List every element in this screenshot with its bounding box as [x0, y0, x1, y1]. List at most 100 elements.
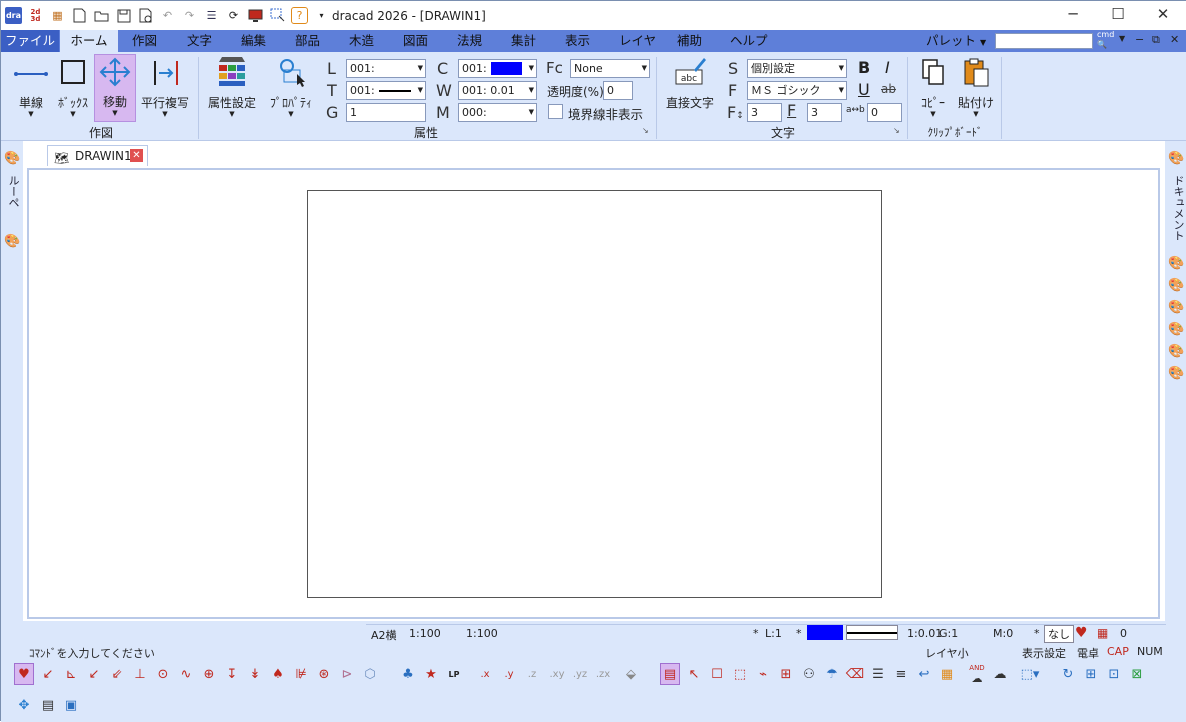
paper-size-status[interactable]: A2横 [371, 627, 397, 643]
snap-nearest-icon[interactable]: ⇙ [107, 663, 127, 685]
select-all-icon[interactable]: ▤ [660, 663, 680, 685]
fill-color-select[interactable]: None ▼ [570, 59, 650, 78]
single-line-button[interactable]: 単線 ▼ [12, 56, 50, 120]
select-and-icon[interactable]: AND ☁ [967, 663, 987, 685]
cmd-search-icon[interactable]: cmd 🔍 [1097, 30, 1114, 50]
heart-icon[interactable]: ♥ [1075, 625, 1088, 641]
palette-pin-icon[interactable]: 🎨 [1168, 151, 1184, 166]
app-logo-icon[interactable]: dra [5, 7, 22, 24]
zoom-select-icon[interactable]: ⊠ [1127, 663, 1147, 685]
select-window-icon[interactable] [269, 7, 286, 24]
filter-none-status[interactable]: なし [1044, 625, 1074, 643]
parallel-copy-button[interactable]: 平行複写 ▼ [138, 56, 192, 120]
tab-aux[interactable]: 補助 [677, 30, 702, 52]
pan-icon[interactable]: ✥ [14, 694, 34, 716]
font-width-input[interactable]: 3 [807, 103, 842, 122]
close-button[interactable]: ✕ [1148, 5, 1178, 23]
refresh-icon[interactable]: ⟳ [225, 7, 242, 24]
snap-perpendicular-icon[interactable]: ⊥ [130, 663, 150, 685]
paste-button[interactable]: 貼付け ▼ [955, 56, 997, 120]
mdi-close-icon[interactable]: ✕ [1170, 33, 1179, 46]
coord-zx-button[interactable]: .zx [591, 663, 615, 685]
color-select[interactable]: 001: ▼ [458, 59, 537, 78]
panel-icon-1[interactable]: 🎨 [1168, 256, 1184, 271]
italic-button[interactable]: I [885, 58, 890, 77]
width-select[interactable]: 001: 0.01 ▼ [458, 81, 537, 100]
box-button[interactable]: ﾎﾞｯｸｽ ▼ [53, 56, 93, 120]
tab-view[interactable]: 表示 [565, 30, 590, 52]
cmd-dropdown-icon[interactable]: ▼ [1119, 34, 1125, 43]
workplane-icon[interactable]: ⬙ [621, 663, 641, 685]
font-height-input[interactable]: 3 [747, 103, 782, 122]
display-setting-button[interactable]: 表示設定 [1022, 645, 1066, 661]
minimize-button[interactable]: ─ [1058, 5, 1088, 23]
snap-point-icon[interactable]: ♣ [398, 663, 418, 685]
font-select[interactable]: ＭＳ ゴシック ▼ [747, 81, 847, 100]
select-hatch-icon[interactable]: ▦ [937, 663, 957, 685]
select-dashed-box-icon[interactable]: ⬚ [730, 663, 750, 685]
tab-text[interactable]: 文字 [187, 30, 212, 52]
bold-button[interactable]: B [858, 58, 870, 77]
tab-draw[interactable]: 作図 [132, 30, 157, 52]
select-box-icon[interactable]: ☐ [707, 663, 727, 685]
tab-file[interactable]: ファイル [1, 30, 59, 52]
snap-center-icon[interactable]: ⊙ [153, 663, 173, 685]
table-icon[interactable]: ▦ [1097, 626, 1108, 640]
strikethrough-button[interactable]: ab [881, 82, 896, 96]
zoom-refresh-icon[interactable]: ↻ [1058, 663, 1078, 685]
customize-icon[interactable]: ▾ [313, 7, 330, 24]
palette-menu[interactable]: パレット ▼ [926, 30, 986, 52]
calculator-button[interactable]: 電卓 [1077, 645, 1099, 661]
snap-3d-icon[interactable]: ⬡ [360, 663, 380, 685]
tab-drawing[interactable]: 図面 [403, 30, 428, 52]
attribute-setting-button[interactable]: 属性設定 ▼ [203, 56, 261, 120]
open-folder-icon[interactable] [93, 7, 110, 24]
snap-parallel-icon[interactable]: ⊯ [291, 663, 311, 685]
display-scale-status[interactable]: 1:100 [466, 627, 498, 640]
underline-button[interactable]: U [858, 80, 870, 99]
snap-tangent-icon[interactable]: ∿ [176, 663, 196, 685]
panel-icon-2[interactable]: 🎨 [1168, 278, 1184, 293]
tab-parts[interactable]: 部品 [295, 30, 320, 52]
monitor-icon[interactable] [247, 7, 264, 24]
select-curve-icon[interactable]: ↩ [914, 663, 934, 685]
save-as-icon[interactable] [137, 7, 154, 24]
panel-icon-6[interactable]: 🎨 [1168, 366, 1184, 381]
tab-wood[interactable]: 木造 [349, 30, 374, 52]
snap-intersection-icon[interactable]: ↙ [84, 663, 104, 685]
line-scale-status[interactable]: 1:0.01 [907, 627, 942, 640]
select-mode-dropdown[interactable]: ⬚▾ [1016, 663, 1044, 685]
select-group-icon[interactable]: ⚇ [799, 663, 819, 685]
linetype-select[interactable]: 001: ▼ [346, 81, 426, 100]
undo-icon[interactable]: ↶ [159, 7, 176, 24]
select-lines-icon[interactable]: ☰ [868, 663, 888, 685]
tab-help[interactable]: ヘルプ [730, 30, 768, 52]
snap-star-icon[interactable]: ★ [421, 663, 441, 685]
hide-border-checkbox[interactable] [548, 104, 563, 119]
mode-status[interactable]: M:0 [993, 627, 1013, 640]
close-tab-icon[interactable]: ✕ [130, 149, 143, 162]
coord-xy-button[interactable]: .xy [545, 663, 569, 685]
text-style-select[interactable]: 個別設定 ▼ [747, 59, 847, 78]
dialog-launcher-icon[interactable]: ↘ [642, 126, 649, 135]
scale-status[interactable]: 1:100 [409, 627, 441, 640]
snap-endpoint-icon[interactable]: ↙ [38, 663, 58, 685]
help-icon[interactable]: ? [291, 7, 308, 24]
snap-divide-icon[interactable]: ↡ [245, 663, 265, 685]
command-input[interactable] [995, 33, 1093, 49]
document-panel-tab[interactable]: ドキュメント [1170, 175, 1186, 241]
layer-status[interactable]: L:1 [765, 627, 782, 640]
layer-small-button[interactable]: レイヤ小 [925, 645, 969, 661]
layer-select[interactable]: 001: ▼ [346, 59, 426, 78]
mdi-minimize-icon[interactable]: − [1135, 33, 1144, 46]
snap-midpoint-icon[interactable]: ⊾ [61, 663, 81, 685]
panel-icon-3[interactable]: 🎨 [1168, 300, 1184, 315]
list-view-icon[interactable]: ▤ [38, 694, 58, 716]
select-pick-icon[interactable]: ↖ [684, 663, 704, 685]
snap-down-icon[interactable]: ↧ [222, 663, 242, 685]
palette-pin-icon[interactable]: 🎨 [4, 151, 20, 166]
tab-layer[interactable]: レイヤ [619, 30, 656, 52]
2d-3d-icon[interactable]: 2d 3d [27, 7, 44, 24]
direct-text-button[interactable]: abc 直接文字 [662, 56, 718, 120]
select-layer-icon[interactable]: ☂ [822, 663, 842, 685]
